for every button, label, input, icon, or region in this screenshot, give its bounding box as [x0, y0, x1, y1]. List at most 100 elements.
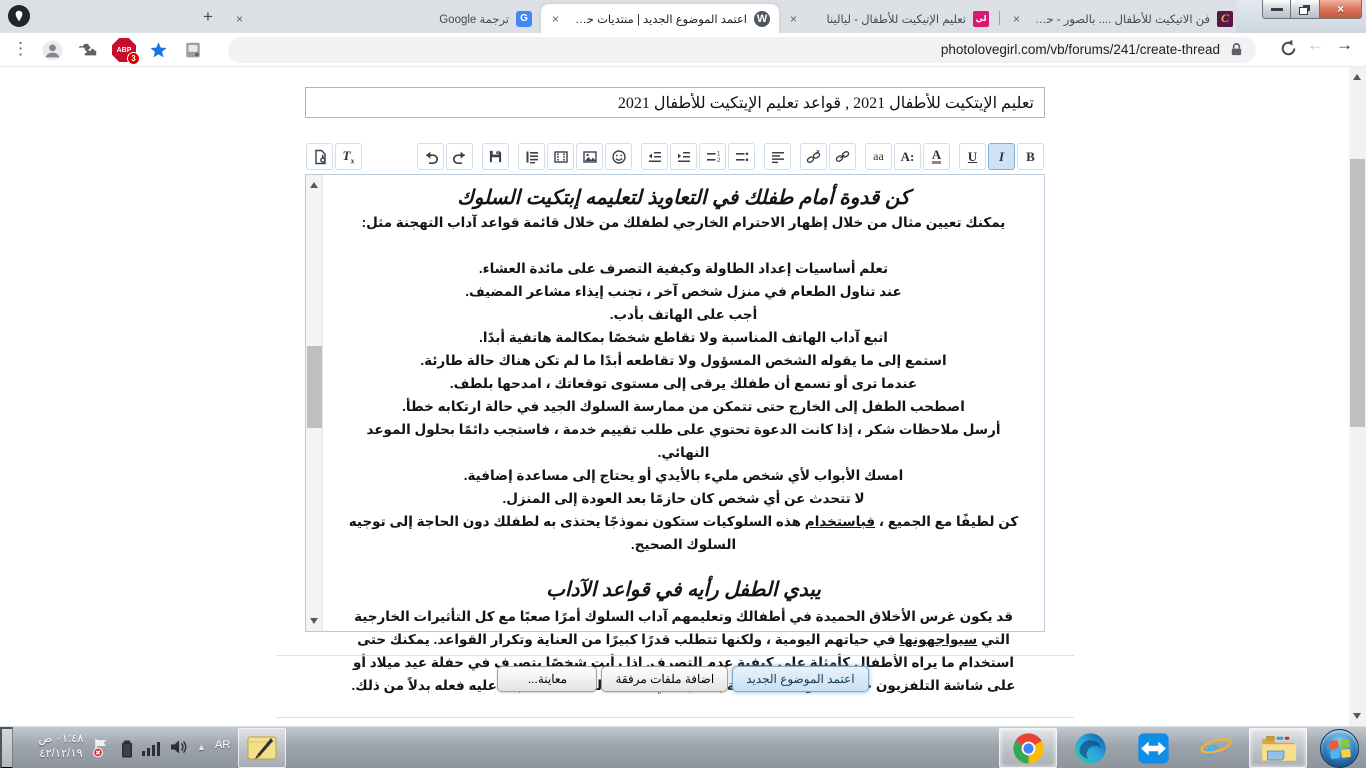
tray-expand-icon[interactable]: ▲	[197, 742, 206, 752]
bold-button[interactable]: B	[1017, 143, 1044, 170]
content-line: أرسل ملاحظات شكر ، إذا كانت الدعوة تحتوي…	[339, 418, 1028, 464]
internet-explorer-app-button[interactable]: e	[1187, 728, 1245, 768]
text-color-button[interactable]: A	[923, 143, 950, 170]
post-thread-button[interactable]: اعتمد الموضوع الجديد	[732, 666, 868, 692]
content-line: عندما ترى أو تسمع أن طفلك يرقى إلى مستوى…	[339, 372, 1028, 395]
file-explorer-app-button[interactable]	[1249, 728, 1307, 768]
adblock-count-badge: 3	[127, 52, 140, 65]
page-scrollbar[interactable]	[1349, 67, 1366, 726]
edge-app-button[interactable]	[1061, 728, 1119, 768]
divider-top	[276, 655, 1074, 656]
address-bar[interactable]: photolovegirl.com/vb/forums/241/create-t…	[228, 37, 1256, 63]
outdent-icon[interactable]	[641, 143, 668, 170]
save-draft-icon[interactable]	[482, 143, 509, 170]
list-indent-group: 12	[640, 143, 756, 170]
italic-button-active[interactable]: I	[988, 143, 1015, 170]
quote-icon[interactable]	[518, 143, 545, 170]
page-scroll-down-icon[interactable]	[1353, 713, 1361, 719]
chrome-app-button[interactable]	[999, 728, 1057, 768]
minimize-button[interactable]	[1262, 0, 1291, 19]
align-group	[763, 143, 792, 170]
scroll-down-icon[interactable]	[310, 618, 318, 624]
unordered-list-icon[interactable]	[728, 143, 755, 170]
tab-separator	[999, 11, 1000, 25]
window-controls: ×	[1262, 0, 1362, 19]
lock-icon[interactable]	[1229, 42, 1244, 62]
profile-icon[interactable]	[42, 40, 63, 64]
bbcode-toggle-button[interactable]	[306, 143, 333, 170]
network-signal-icon[interactable]	[142, 741, 162, 759]
volume-icon[interactable]	[170, 739, 188, 758]
content-line: اصطحب الطفل إلى الخارج حتى تتمكن من ممار…	[339, 395, 1028, 418]
underlined-word: سيواجهونها	[899, 632, 977, 647]
tab-layalina[interactable]: لي تعليم الإتيكيت للأطفال - ليالينا ×	[779, 4, 998, 33]
teamviewer-app-button[interactable]	[1124, 728, 1182, 768]
tab-hasna[interactable]: C فن الاتيكيت للأطفال .... بالصور - حسنا…	[1002, 4, 1242, 33]
remove-format-button[interactable]: Tx	[335, 143, 362, 170]
tab-close-icon[interactable]: ×	[234, 13, 245, 25]
preview-button[interactable]: معاينة...	[497, 666, 597, 692]
font-group: aa A: A	[864, 143, 951, 170]
attach-files-button[interactable]: اضافة ملفات مرفقة	[601, 666, 728, 692]
svg-text:e: e	[1206, 734, 1217, 763]
reload-icon[interactable]	[1278, 38, 1299, 64]
language-indicator[interactable]: AR	[215, 739, 230, 751]
tab-title: فن الاتيكيت للأطفال .... بالصور - حسناء	[1029, 12, 1210, 26]
content-line: اتبع آداب الهاتف المناسبة ولا تقاطع شخصً…	[339, 326, 1028, 349]
content-line: استمع إلى ما يقوله الشخص المسؤول ولا تقا…	[339, 349, 1028, 372]
chrome-icon	[1012, 732, 1045, 765]
editor-scrollbar-thumb[interactable]	[307, 346, 322, 428]
forward-icon[interactable]: ←	[1307, 35, 1324, 55]
save-group	[481, 143, 510, 170]
edge-icon	[1074, 732, 1107, 765]
indent-icon[interactable]	[670, 143, 697, 170]
browser-menu-icon[interactable]: ⋮	[12, 39, 29, 59]
back-icon[interactable]: →	[1336, 35, 1353, 55]
alignment-icon[interactable]	[764, 143, 791, 170]
tab-create-thread-active[interactable]: W اعتمد الموضوع الجديد | منتديات حب البن…	[541, 4, 779, 33]
start-button[interactable]	[1312, 728, 1366, 768]
font-size-button[interactable]: A:	[894, 143, 921, 170]
smilie-icon[interactable]	[605, 143, 632, 170]
editor-toolbar: Tx	[305, 141, 1045, 172]
browser-pin-icon[interactable]	[8, 5, 30, 27]
show-desktop-button[interactable]	[0, 727, 13, 768]
tab-close-icon[interactable]: ×	[788, 13, 799, 25]
page-scroll-up-icon[interactable]	[1353, 74, 1361, 80]
thread-title-input[interactable]	[305, 87, 1045, 118]
ordered-list-icon[interactable]: 12	[699, 143, 726, 170]
undo-icon[interactable]	[417, 143, 444, 170]
image-icon[interactable]	[576, 143, 603, 170]
tab-close-icon[interactable]: ×	[550, 13, 561, 25]
scroll-up-icon[interactable]	[310, 182, 318, 188]
bookmark-star-icon[interactable]	[149, 41, 168, 63]
close-button[interactable]: ×	[1320, 0, 1362, 19]
new-tab-button[interactable]: +	[197, 6, 219, 28]
unlink-icon[interactable]: x	[800, 143, 827, 170]
adblock-extension-icon[interactable]: ABP 3	[112, 38, 136, 62]
editor-scrollbar[interactable]	[306, 175, 323, 631]
underline-button[interactable]: U	[959, 143, 986, 170]
extensions-puzzle-icon[interactable]	[79, 42, 97, 63]
content-line: تعلم أساسيات إعداد الطاولة وكيفية التصرف…	[339, 257, 1028, 280]
content-line: امسك الأبواب لأي شخص مليء بالأيدي أو يحت…	[339, 464, 1028, 487]
extension-page-icon[interactable]	[184, 41, 202, 62]
battery-icon[interactable]	[120, 740, 134, 761]
media-icon[interactable]	[547, 143, 574, 170]
tab-google-translate[interactable]: G ترجمة Google ×	[225, 4, 541, 33]
restore-button[interactable]	[1291, 0, 1320, 19]
link-group: x	[799, 143, 857, 170]
tab-close-icon[interactable]: ×	[1011, 13, 1022, 25]
svg-text:2: 2	[717, 158, 721, 164]
font-family-button[interactable]: aa	[865, 143, 892, 170]
redo-icon[interactable]	[446, 143, 473, 170]
action-center-flag-icon[interactable]	[92, 738, 110, 761]
tab-title: اعتمد الموضوع الجديد | منتديات حب البنات	[568, 12, 747, 26]
link-icon[interactable]	[829, 143, 856, 170]
url-text[interactable]: photolovegirl.com/vb/forums/241/create-t…	[941, 42, 1220, 57]
sticky-note-app-button[interactable]	[238, 728, 286, 768]
svg-text:x: x	[816, 149, 820, 156]
content-intro: يمكنك تعيين مثال من خلال إظهار الاحترام …	[339, 211, 1028, 234]
page-scrollbar-thumb[interactable]	[1350, 159, 1365, 427]
editor-content[interactable]: كن قدوة أمام طفلك في التعاويذ لتعليمه إب…	[323, 175, 1044, 631]
